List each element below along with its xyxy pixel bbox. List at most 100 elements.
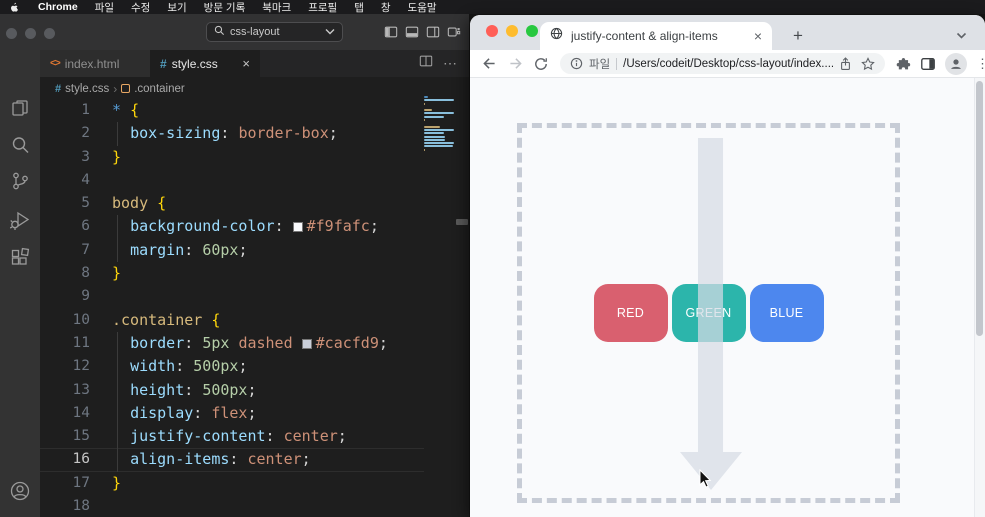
chrome-tab-strip: justify-content & align-items × + [470,15,985,50]
search-icon [214,25,225,39]
editor-more-actions-icon[interactable]: ⋯ [443,55,457,72]
minimize-window-button [506,25,518,37]
close-tab-icon[interactable]: × [242,56,250,71]
toggle-panel-icon[interactable] [405,25,419,39]
url-text[interactable]: /Users/codeit/Desktop/css-layout/index..… [623,58,833,70]
line-content: } [112,147,122,166]
chrome-traffic-lights[interactable] [486,25,538,37]
menu-item[interactable]: 탭 [354,0,364,15]
reload-button[interactable] [528,56,554,72]
accounts-icon[interactable] [8,479,32,503]
code-line[interactable]: 17} [40,472,424,495]
apple-menu-icon[interactable] [10,2,21,13]
code-line[interactable]: 9 [40,285,424,308]
customize-layout-icon[interactable] [447,25,461,39]
code-line[interactable]: 5 body { [40,192,424,215]
code-line[interactable]: 1 * { [40,99,424,122]
info-icon[interactable] [570,57,583,70]
tab-title: justify-content & align-items [571,29,718,43]
source-control-icon[interactable] [8,169,32,193]
code-lines: 1 * {2 box-sizing: border-box; 3} 4 5 body {6… [40,99,424,517]
tab-label: style.css [171,56,218,71]
line-number: 6 [81,218,90,235]
chevron-down-icon [325,26,335,38]
scrollbar-thumb[interactable] [976,81,983,336]
color-box-red: RED [593,284,668,342]
split-editor-icon[interactable] [419,54,433,73]
close-tab-icon[interactable]: × [754,29,762,43]
line-number: 12 [72,358,90,375]
back-button[interactable] [476,55,502,72]
color-swatch [292,222,303,233]
line-number: 18 [72,498,90,515]
menu-item[interactable]: 프로필 [308,0,337,15]
line-content: } [112,473,122,492]
code-line[interactable]: 13 height: 500px; [40,378,424,402]
code-line[interactable]: 11 border: 5px dashed #cacfd9; [40,331,424,356]
code-line[interactable]: 7 margin: 60px; [40,238,424,263]
code-line[interactable]: 18 [40,495,424,517]
line-content [90,495,112,517]
new-tab-button[interactable]: + [786,24,810,48]
line-content: justify-content: center; [90,425,347,449]
code-line[interactable]: 6 background-color: #f9fafc; [40,215,424,239]
chrome-window: justify-content & align-items × + 파일 /Us… [470,15,985,517]
line-content: } [112,264,122,283]
tab-index-html[interactable]: <> index.html [40,50,150,77]
menu-item[interactable]: 창 [381,0,391,15]
side-panel-icon[interactable] [920,56,936,72]
toggle-sidebar-icon[interactable] [384,25,398,39]
line-content: * { [112,101,140,119]
line-content: height: 500px; [90,378,257,402]
code-line[interactable]: 12 width: 500px; [40,355,424,379]
code-line[interactable]: 16 align-items: center; [40,448,424,472]
overview-ruler-mark [456,219,468,225]
url-divider [616,57,618,70]
code-line[interactable]: 2 box-sizing: border-box; [40,122,424,146]
page-scrollbar[interactable] [974,78,985,517]
menu-item[interactable]: 북마크 [262,0,291,15]
line-number: 13 [72,381,90,398]
line-content: box-sizing: border-box; [90,122,338,146]
line-number: 7 [81,241,90,258]
menu-item[interactable]: 도움말 [408,0,437,15]
explorer-icon[interactable] [8,96,32,120]
run-debug-icon[interactable] [8,208,32,232]
browser-tab[interactable]: justify-content & align-items × [540,22,772,50]
breadcrumb-file[interactable]: style.css [65,83,109,95]
url-scheme-label: 파일 [589,58,611,71]
vscode-command-center[interactable]: css-layout [206,22,343,42]
tab-style-css[interactable]: # style.css × [150,50,260,77]
code-line[interactable]: 3} [40,146,424,169]
extensions-puzzle-icon[interactable] [895,56,911,72]
share-icon[interactable] [839,56,852,71]
browser-menu-icon[interactable]: ⋮ [976,56,985,72]
menu-item[interactable]: 방문 기록 [204,0,246,15]
toggle-secondary-sidebar-icon[interactable] [426,25,440,39]
search-icon[interactable] [8,133,32,157]
menu-item[interactable]: 보기 [167,0,186,15]
menu-item[interactable]: 파일 [95,0,114,15]
extensions-icon[interactable] [8,246,32,270]
tab-search-chevron-icon[interactable] [956,27,967,45]
vscode-window: css-layout <> index.html # style.css × ⋯… [0,14,469,517]
code-line[interactable]: 8} [40,262,424,285]
profile-avatar[interactable] [945,52,967,75]
address-bar[interactable]: 파일 /Users/codeit/Desktop/css-layout/inde… [560,53,885,74]
minimap[interactable] [424,96,456,155]
line-number: 15 [72,428,90,445]
line-number: 10 [72,311,90,328]
breadcrumb-symbol[interactable]: .container [134,83,185,95]
breadcrumb-separator: › [113,81,118,96]
code-editor[interactable]: 1 * {2 box-sizing: border-box; 3} 4 5 body {6… [40,99,424,517]
bookmark-star-icon[interactable] [861,56,875,71]
vscode-traffic-lights[interactable] [6,28,55,39]
code-line[interactable]: 10 .container { [40,309,424,332]
menu-item[interactable]: 수정 [131,0,150,15]
code-line[interactable]: 15 justify-content: center; [40,425,424,449]
breadcrumb[interactable]: # style.css › .container [40,77,469,100]
menubar-app-name[interactable]: Chrome [38,1,78,13]
code-line[interactable]: 14 display: flex; [40,401,424,426]
code-line[interactable]: 4 [40,169,424,192]
forward-button[interactable] [502,55,528,72]
